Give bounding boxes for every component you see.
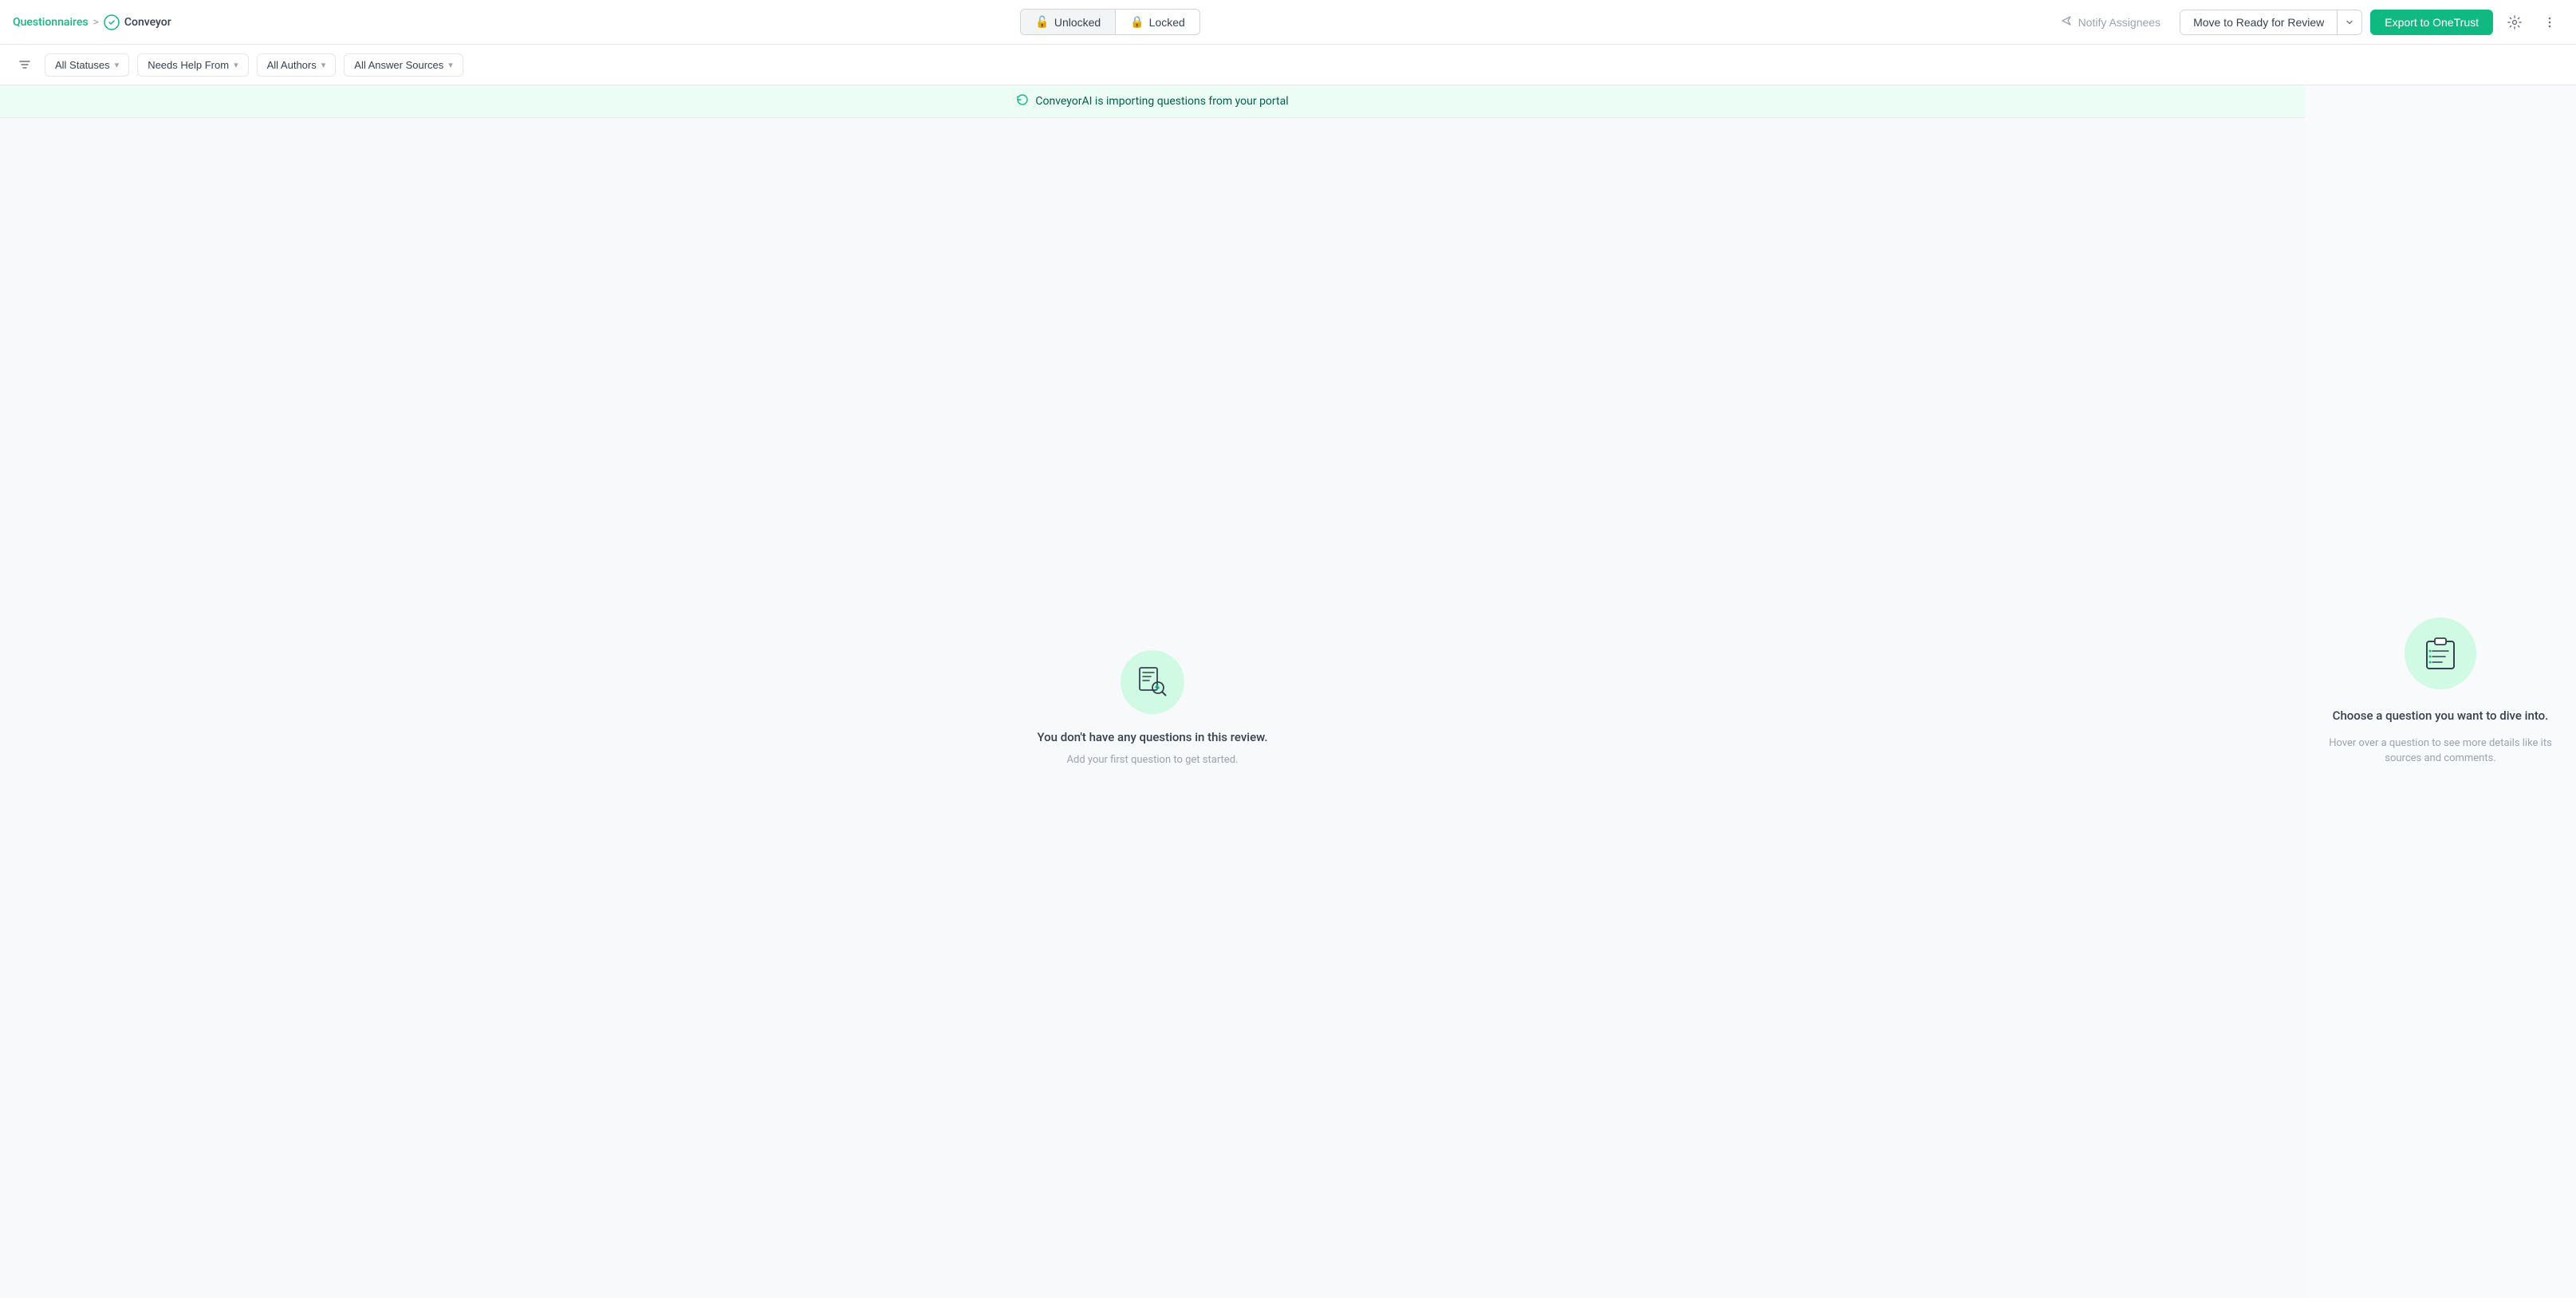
empty-state: You don't have any questions in this rev… — [1037, 650, 1267, 766]
filter-icon-button[interactable] — [13, 53, 37, 77]
locked-label: Locked — [1149, 16, 1185, 29]
all-authors-caret: ▾ — [321, 60, 326, 70]
lock-toggle: 🔓 Unlocked 🔒 Locked — [1020, 9, 1199, 35]
side-panel-subtitle: Hover over a question to see more detail… — [2329, 736, 2552, 767]
move-review-caret-button[interactable] — [2338, 10, 2361, 34]
breadcrumb: Questionnaires > Conveyor — [13, 14, 171, 30]
lock-icon: 🔒 — [1130, 15, 1144, 29]
filter-icon — [18, 58, 31, 71]
empty-state-icon — [1121, 650, 1184, 714]
import-banner: ConveyorAI is importing questions from y… — [0, 85, 2305, 118]
locked-button[interactable]: 🔒 Locked — [1116, 10, 1199, 34]
conveyor-icon — [104, 14, 120, 30]
import-banner-text: ConveyorAI is importing questions from y… — [1035, 95, 1288, 108]
topbar-right: Notify Assignees Move to Ready for Revie… — [2050, 9, 2563, 36]
notify-assignees-button[interactable]: Notify Assignees — [2050, 9, 2172, 35]
export-onetrust-button[interactable]: Export to OneTrust — [2370, 10, 2493, 35]
all-authors-dropdown[interactable]: All Authors ▾ — [257, 53, 337, 77]
breadcrumb-link-questionnaires[interactable]: Questionnaires — [13, 16, 89, 29]
caret-down-icon — [2346, 18, 2353, 26]
all-statuses-dropdown[interactable]: All Statuses ▾ — [45, 53, 129, 77]
all-answer-sources-label: All Answer Sources — [354, 59, 443, 71]
all-answer-sources-dropdown[interactable]: All Answer Sources ▾ — [344, 53, 463, 77]
empty-subtitle: Add your first question to get started. — [1067, 754, 1239, 766]
settings-button[interactable] — [2501, 9, 2528, 36]
move-review-button[interactable]: Move to Ready for Review — [2180, 10, 2337, 34]
topbar: Questionnaires > Conveyor 🔓 Unlocked 🔒 L… — [0, 0, 2576, 45]
import-refresh-icon — [1016, 93, 1029, 109]
needs-help-caret: ▾ — [234, 60, 238, 70]
empty-document-icon — [1135, 665, 1170, 700]
needs-help-dropdown[interactable]: Needs Help From ▾ — [137, 53, 248, 77]
filterbar: All Statuses ▾ Needs Help From ▾ All Aut… — [0, 45, 2576, 85]
all-answer-sources-caret: ▾ — [448, 60, 453, 70]
all-authors-label: All Authors — [267, 59, 317, 71]
empty-title: You don't have any questions in this rev… — [1037, 730, 1267, 744]
needs-help-label: Needs Help From — [148, 59, 229, 71]
all-statuses-caret: ▾ — [115, 60, 120, 70]
breadcrumb-current: Conveyor — [104, 14, 171, 30]
unlocked-label: Unlocked — [1054, 16, 1101, 29]
more-icon — [2543, 15, 2557, 30]
side-panel-title: Choose a question you want to dive into. — [2333, 708, 2549, 723]
notify-label: Notify Assignees — [2078, 16, 2161, 29]
current-page-title: Conveyor — [124, 16, 171, 29]
clipboard-icon — [2420, 633, 2460, 673]
questions-content: You don't have any questions in this rev… — [0, 118, 2305, 1298]
main-layout: ConveyorAI is importing questions from y… — [0, 85, 2576, 1298]
unlock-icon: 🔓 — [1035, 15, 1049, 29]
breadcrumb-separator: > — [93, 16, 99, 29]
all-statuses-label: All Statuses — [55, 59, 110, 71]
gear-icon — [2507, 15, 2522, 30]
more-options-button[interactable] — [2536, 9, 2563, 36]
side-panel: Choose a question you want to dive into.… — [2305, 85, 2576, 1298]
unlocked-button[interactable]: 🔓 Unlocked — [1021, 10, 1115, 34]
side-panel-icon — [2405, 617, 2476, 689]
move-review-group: Move to Ready for Review — [2180, 10, 2362, 35]
notify-icon — [2061, 14, 2074, 30]
lock-toggle-container: 🔓 Unlocked 🔒 Locked — [181, 9, 2040, 35]
questions-panel-wrapper: ConveyorAI is importing questions from y… — [0, 85, 2305, 1298]
